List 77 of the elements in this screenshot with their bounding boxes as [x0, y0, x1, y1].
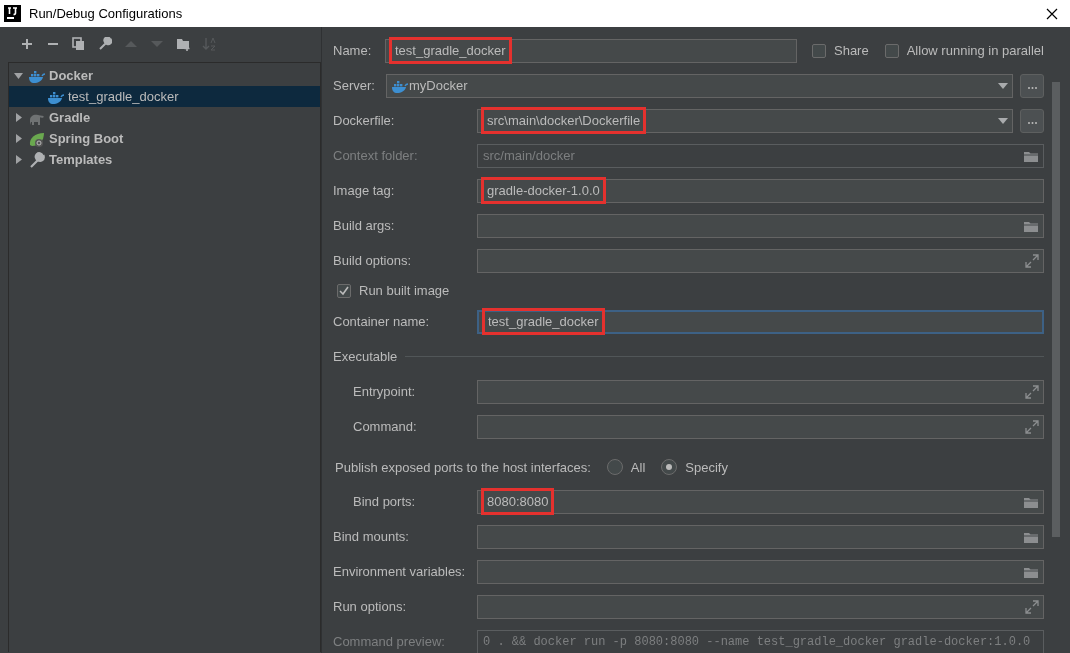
- field-label: Command preview:: [333, 632, 446, 651]
- add-icon[interactable]: [20, 37, 34, 51]
- field-label: Server:: [333, 76, 376, 95]
- expand-icon[interactable]: [1025, 384, 1039, 399]
- window-title: Run/Debug Configurations: [29, 4, 183, 23]
- browse-button[interactable]: [1020, 73, 1044, 98]
- expand-arrow-icon[interactable]: [13, 154, 24, 165]
- collapse-arrow-icon[interactable]: [13, 70, 24, 81]
- input-field[interactable]: [477, 213, 1044, 238]
- radio-button[interactable]: [606, 459, 623, 476]
- expand-arrow-icon[interactable]: [13, 133, 24, 144]
- field-value: myDocker: [408, 76, 469, 95]
- field-label: Build options:: [333, 251, 413, 270]
- field-value: 0 . && docker run -p 8080:8080 --name test_gradle_docker gradle-docker:1.0.0: [482, 633, 1032, 651]
- checkbox-label[interactable]: Run built image: [359, 281, 450, 301]
- new-folder-icon[interactable]: [176, 37, 190, 51]
- field-label: Build args:: [333, 216, 396, 235]
- browse-button[interactable]: [1020, 108, 1044, 133]
- radio-button[interactable]: [661, 459, 678, 476]
- input-field[interactable]: gradle-docker-1.0.0: [477, 178, 1044, 203]
- field-label: Name:: [333, 41, 373, 60]
- tree-item[interactable]: Docker: [9, 65, 320, 86]
- input-field[interactable]: test_gradle_docker: [477, 309, 1044, 334]
- input-field[interactable]: 8080:8080: [477, 489, 1044, 514]
- section-title: Executable: [333, 347, 398, 366]
- dropdown[interactable]: src\main\docker\Dockerfile: [477, 108, 1013, 133]
- field-label: Entrypoint:: [352, 382, 417, 401]
- field-label: Publish exposed ports to the host interfaces:: [335, 458, 591, 477]
- dropdown-arrow-icon[interactable]: [998, 117, 1008, 124]
- field-value: src/main/docker: [482, 146, 576, 165]
- field-label: Bind ports:: [352, 492, 417, 511]
- input-field[interactable]: [477, 379, 1044, 404]
- checkbox-label[interactable]: Share: [834, 40, 869, 61]
- checkbox[interactable]: [884, 43, 899, 58]
- field-label: Context folder:: [333, 146, 419, 165]
- input-field[interactable]: [477, 594, 1044, 619]
- field-label: Dockerfile:: [333, 111, 396, 130]
- check-icon: [338, 285, 350, 297]
- wrench-icon[interactable]: [98, 37, 112, 51]
- radio-dot-icon: [666, 464, 673, 471]
- field-label: Command:: [352, 417, 418, 436]
- wrench-icon: [28, 151, 45, 168]
- dropdown-arrow-icon[interactable]: [998, 82, 1008, 89]
- tree-item[interactable]: Templates: [9, 149, 320, 170]
- leaf-icon: [28, 130, 45, 147]
- expand-arrow-icon[interactable]: [13, 112, 24, 123]
- tree-item[interactable]: Spring Boot: [9, 128, 320, 149]
- tree-item[interactable]: test_gradle_docker: [9, 86, 320, 107]
- radio-label[interactable]: Specify: [685, 457, 728, 477]
- checkbox[interactable]: [812, 43, 826, 58]
- scrollbar-thumb[interactable]: [1052, 82, 1060, 537]
- checkbox[interactable]: [337, 284, 351, 298]
- field-value: gradle-docker-1.0.0: [482, 177, 605, 204]
- app-logo-icon: [4, 5, 21, 22]
- expand-icon[interactable]: [1025, 419, 1039, 434]
- input-field[interactable]: [477, 524, 1044, 549]
- copy-icon[interactable]: [72, 37, 86, 51]
- field-label: Image tag:: [333, 181, 396, 200]
- close-icon[interactable]: [1046, 7, 1058, 20]
- input-field[interactable]: [477, 559, 1044, 584]
- expand-icon[interactable]: [1025, 253, 1039, 268]
- input-field[interactable]: [477, 414, 1044, 439]
- field-label: Bind mounts:: [333, 527, 410, 546]
- field-value: src\main\docker\Dockerfile: [482, 107, 646, 134]
- field-value: test_gradle_docker: [390, 37, 511, 64]
- name-field[interactable]: test_gradle_docker: [385, 38, 797, 63]
- radio-label[interactable]: All: [630, 457, 646, 477]
- field-label: Container name:: [333, 312, 431, 331]
- tree-item[interactable]: Gradle: [9, 107, 320, 128]
- field-label: Environment variables:: [333, 562, 467, 581]
- checkbox-label[interactable]: Allow running in parallel: [906, 40, 1044, 61]
- input-field[interactable]: [477, 248, 1044, 273]
- field-value: test_gradle_docker: [483, 308, 604, 335]
- expand-icon[interactable]: [1025, 599, 1039, 614]
- field-value: 8080:8080: [482, 488, 554, 515]
- field-label: Run options:: [333, 597, 407, 616]
- dropdown[interactable]: myDocker: [386, 73, 1013, 98]
